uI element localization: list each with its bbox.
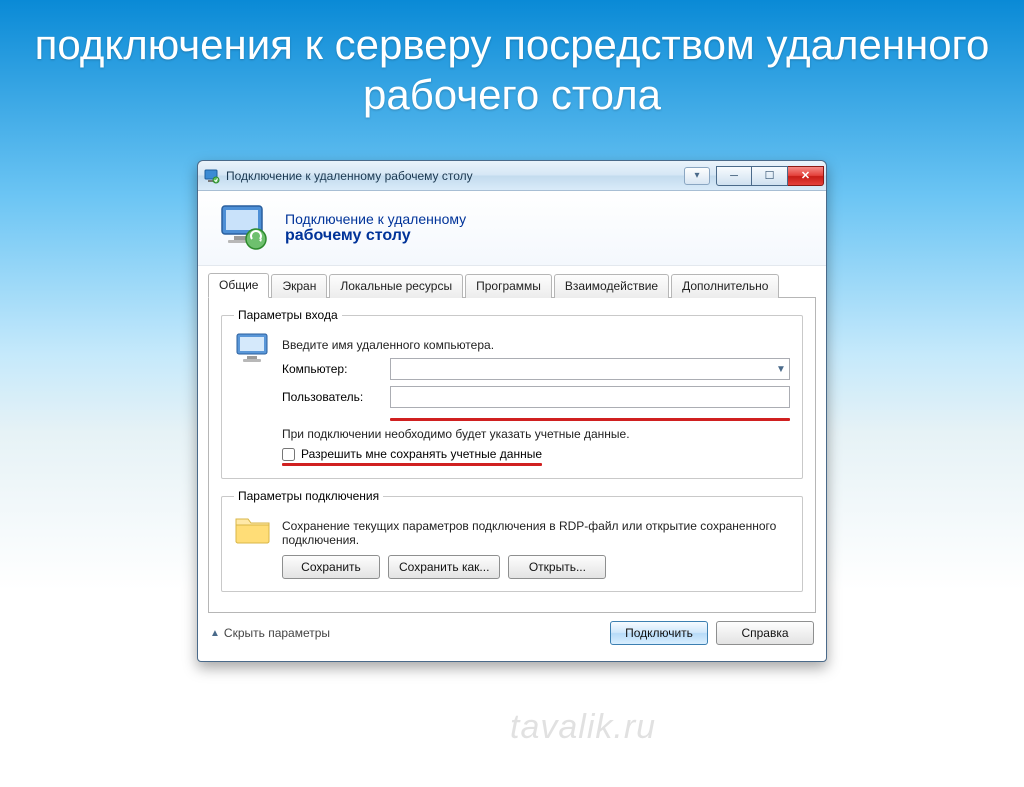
login-group: Параметры входа Введите имя удаленного xyxy=(221,308,803,479)
hero-banner: Подключение к удаленному рабочему столу xyxy=(198,191,826,266)
connection-note: Сохранение текущих параметров подключени… xyxy=(282,519,790,547)
minimize-button[interactable]: ─ xyxy=(716,166,752,186)
window-client-area: Подключение к удаленному рабочему столу … xyxy=(198,191,826,661)
footer: ▲ Скрыть параметры Подключить Справка xyxy=(198,613,826,651)
tab-advanced[interactable]: Дополнительно xyxy=(671,274,779,298)
computer-label: Компьютер: xyxy=(282,362,382,376)
hero-line1: Подключение к удаленному xyxy=(285,211,466,227)
connection-group: Параметры подключения Сохранение текущих… xyxy=(221,489,803,592)
tabs: Общие Экран Локальные ресурсы Программы … xyxy=(208,272,816,298)
highlight-user xyxy=(390,418,790,421)
close-icon: ✕ xyxy=(801,169,810,182)
hero-text: Подключение к удаленному рабочему столу xyxy=(285,211,466,245)
folder-icon xyxy=(234,513,272,545)
chevron-up-icon: ▲ xyxy=(210,628,220,639)
pin-button[interactable]: ▾ xyxy=(684,167,710,185)
save-as-button[interactable]: Сохранить как... xyxy=(388,555,500,579)
slide-title: подключения к серверу посредством удален… xyxy=(0,20,1024,121)
hero-line2: рабочему столу xyxy=(285,227,466,245)
computer-combo[interactable]: ▼ xyxy=(390,358,790,380)
tab-body-general: Параметры входа Введите имя удаленного xyxy=(208,298,816,613)
login-note: При подключении необходимо будет указать… xyxy=(282,427,790,441)
watermark: tavalik.ru xyxy=(510,708,656,747)
app-icon xyxy=(204,168,220,184)
login-legend: Параметры входа xyxy=(234,308,342,322)
tab-screen[interactable]: Экран xyxy=(271,274,327,298)
titlebar[interactable]: Подключение к удаленному рабочему столу … xyxy=(198,161,826,191)
remember-checkbox[interactable] xyxy=(282,448,295,461)
computer-input[interactable] xyxy=(391,359,773,379)
remember-label: Разрешить мне сохранять учетные данные xyxy=(301,447,542,461)
connection-legend: Параметры подключения xyxy=(234,489,383,503)
computer-icon xyxy=(234,332,272,366)
tab-programs[interactable]: Программы xyxy=(465,274,552,298)
user-input[interactable] xyxy=(390,386,790,408)
user-label: Пользователь: xyxy=(282,390,382,404)
hide-options-link[interactable]: ▲ Скрыть параметры xyxy=(210,626,330,640)
open-button[interactable]: Открыть... xyxy=(508,555,606,579)
connect-button[interactable]: Подключить xyxy=(610,621,708,645)
hide-options-label: Скрыть параметры xyxy=(224,626,330,640)
window-title: Подключение к удаленному рабочему столу xyxy=(226,169,684,183)
tab-local-resources[interactable]: Локальные ресурсы xyxy=(329,274,463,298)
login-instruction: Введите имя удаленного компьютера. xyxy=(282,338,790,352)
save-button[interactable]: Сохранить xyxy=(282,555,380,579)
highlight-remember xyxy=(282,463,542,466)
tab-experience[interactable]: Взаимодействие xyxy=(554,274,669,298)
minimize-icon: ─ xyxy=(730,170,738,182)
remote-desktop-icon xyxy=(216,203,271,253)
rdp-window: Подключение к удаленному рабочему столу … xyxy=(197,160,827,662)
help-button[interactable]: Справка xyxy=(716,621,814,645)
maximize-icon: ☐ xyxy=(765,169,775,182)
chevron-down-icon[interactable]: ▼ xyxy=(773,364,789,375)
window-controls: ─ ☐ ✕ xyxy=(716,166,824,186)
maximize-button[interactable]: ☐ xyxy=(752,166,788,186)
close-button[interactable]: ✕ xyxy=(788,166,824,186)
tab-general[interactable]: Общие xyxy=(208,273,269,298)
chevron-down-icon: ▾ xyxy=(694,170,699,181)
